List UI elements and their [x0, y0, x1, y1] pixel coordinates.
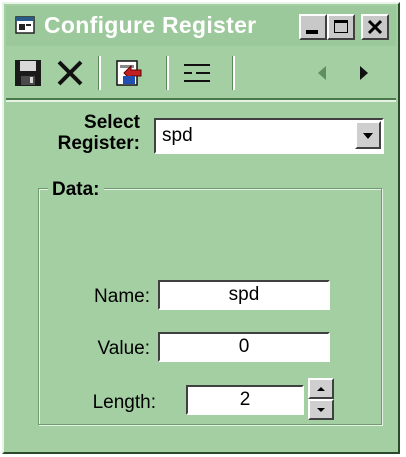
window-app-icon: [15, 16, 35, 34]
register-select[interactable]: spd: [154, 118, 384, 154]
title-bar[interactable]: Configure Register: [6, 6, 396, 46]
configure-register-window: Configure Register Select Register: spd …: [2, 2, 400, 454]
spin-down-icon: [317, 408, 325, 412]
save-button[interactable]: [10, 54, 46, 92]
properties-list-icon: [184, 64, 210, 82]
spin-up-icon: [317, 387, 325, 391]
previous-arrow-icon: [318, 66, 326, 80]
properties-button[interactable]: [178, 54, 218, 92]
toolbar-divider: [6, 100, 396, 102]
toolbar-separator: [166, 56, 169, 90]
length-increment-button[interactable]: [308, 378, 334, 399]
minimize-button[interactable]: [299, 14, 327, 40]
toolbar-separator: [98, 56, 101, 90]
value-field[interactable]: 0: [158, 332, 330, 362]
name-label: Name:: [94, 286, 150, 307]
previous-button[interactable]: [306, 54, 338, 92]
close-icon: [367, 19, 383, 35]
minimize-icon: [306, 30, 318, 34]
close-window-button[interactable]: [361, 14, 389, 40]
window-title: Configure Register: [44, 12, 257, 38]
save-icon: [15, 60, 41, 86]
value-label: Value:: [97, 338, 150, 359]
next-arrow-icon: [360, 66, 368, 80]
length-field[interactable]: 2: [186, 385, 304, 415]
data-group-label: Data:: [48, 179, 104, 201]
length-label: Length:: [92, 392, 156, 413]
register-dropdown-button[interactable]: [355, 121, 381, 149]
import-icon: [116, 60, 142, 86]
name-field[interactable]: spd: [158, 280, 330, 310]
register-select-value: spd: [162, 125, 193, 146]
select-register-label: Select Register:: [57, 112, 140, 154]
import-button[interactable]: [110, 54, 150, 92]
length-decrement-button[interactable]: [308, 399, 334, 420]
delete-icon: [57, 60, 83, 86]
chevron-down-icon: [363, 133, 373, 139]
toolbar-separator: [232, 56, 235, 90]
maximize-icon: [334, 20, 348, 33]
next-button[interactable]: [348, 54, 380, 92]
maximize-button[interactable]: [327, 14, 355, 40]
toolbar: [6, 48, 396, 100]
delete-button[interactable]: [52, 54, 88, 92]
